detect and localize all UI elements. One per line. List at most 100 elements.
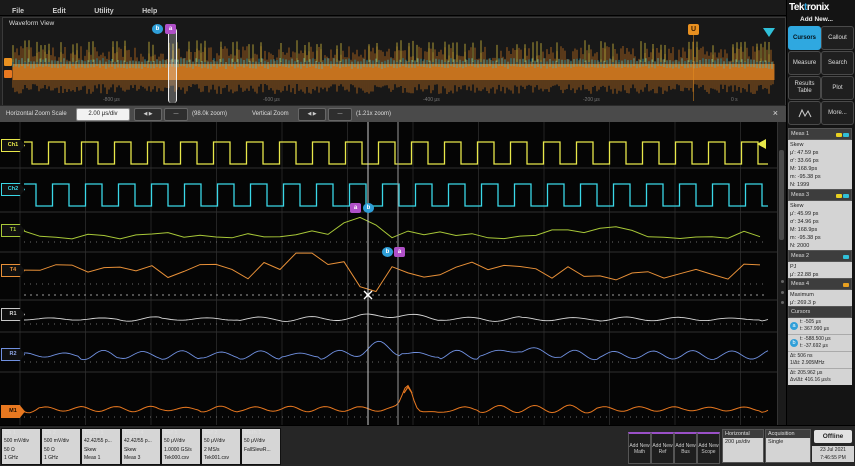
horizontal-zoom-scale-label: Horizontal Zoom Scale	[6, 111, 67, 117]
channel-badge-math1[interactable]: Math 1 50 μV/div FallSlewR...	[241, 428, 281, 465]
cursor-a-readout: a t: -505 μs t: 367.990 μs	[788, 318, 852, 335]
channel-badge-trend4[interactable]: Trend 4 42.42/55 p... Skew Meas 3	[121, 428, 161, 465]
meas-value: Maximum	[790, 292, 814, 298]
zoom-toolbar: Horizontal Zoom Scale 2.00 μs/div ◀ ▶ — …	[0, 105, 786, 123]
cursor-b-handle[interactable]: b	[382, 247, 393, 257]
badge-title: Ch 2	[44, 430, 56, 436]
add-callout-button[interactable]: Callout	[821, 26, 854, 50]
badge-title: Ref 2	[204, 430, 218, 436]
v-zoom-value: (1.21x zoom)	[356, 111, 392, 117]
overview-channel-handle[interactable]	[4, 58, 12, 66]
horizontal-panel[interactable]: Horizontal 200 μs/div	[722, 429, 764, 463]
meas-value: m: -95.38 ps	[790, 174, 821, 180]
menu-bar: File Edit Utility Help	[0, 0, 786, 16]
meas-1-header: Meas 1	[788, 128, 852, 140]
add-new-scope-button[interactable]: Add New Scope	[697, 432, 720, 464]
trigger-level-arrow-icon[interactable]	[757, 139, 766, 149]
zoom-window-needle[interactable]	[168, 28, 177, 103]
cursors-badge[interactable]: Cursors a t: -505 μs t: 367.990 μs b t: -…	[788, 306, 852, 385]
delta-t-readout: Δt: 506 ns 1/Δt: 2.905MHz	[788, 352, 852, 369]
tektronix-logo: Tektronix	[789, 2, 829, 13]
channel-badge-ref1[interactable]: Ref 1 50 μV/div 1.0000 GS/s Tek000.csv	[161, 428, 201, 465]
badge-title: Ch 1	[4, 430, 16, 436]
add-results-table-button[interactable]: Results Table	[788, 76, 821, 100]
meas-value: M: 168.9ps	[790, 166, 818, 172]
meas-4-badge[interactable]: Meas 4 Maximum μ': 269.3 p	[788, 278, 852, 308]
h-zoom-arrows-button[interactable]: ◀ ▶	[134, 108, 162, 121]
v-zoom-arrows-button[interactable]: ◀ ▶	[298, 108, 326, 121]
menu-edit[interactable]: Edit	[41, 6, 78, 15]
overview-time-label: -600 μs	[263, 97, 280, 103]
meas-1-badge[interactable]: Meas 1 Skew μ': 47.59 ps σ': 33.66 ps M:…	[788, 128, 852, 190]
cursor-a-handle[interactable]: a	[350, 203, 361, 213]
badge-title: Trend 1	[84, 430, 104, 436]
main-waveform-view[interactable]	[0, 122, 777, 425]
channel-badge-ch1[interactable]: Ch 1 500 mV/div 50 Ω 1 GHz	[1, 428, 41, 465]
overview-noise-plot	[12, 40, 775, 94]
badge-title: Ref 1	[164, 430, 178, 436]
overview-time-label: -200 μs	[583, 97, 600, 103]
cursors-header: Cursors	[788, 306, 852, 318]
cursor-b-overview-handle[interactable]: b	[152, 24, 163, 34]
waveform-plot	[0, 122, 777, 425]
plot-icon	[798, 108, 811, 118]
overview-time-label: -400 μs	[423, 97, 440, 103]
acquisition-panel[interactable]: Acquisition Single	[765, 429, 811, 463]
add-new-math-button[interactable]: Add New Math	[628, 432, 651, 464]
overview-time-label: -800 μs	[103, 97, 120, 103]
meas-2-header: Meas 2	[788, 250, 852, 262]
meas-value: μ': 45.99 ps	[790, 211, 819, 217]
horizontal-value: 200 μs/div	[723, 438, 763, 462]
add-new-bus-button[interactable]: Add New Bus	[674, 432, 697, 464]
scrollbar-thumb[interactable]	[779, 150, 784, 240]
add-measure-button[interactable]: Measure	[788, 51, 821, 75]
close-zoom-icon[interactable]: ×	[773, 108, 778, 118]
meas-3-header: Meas 3	[788, 189, 852, 201]
menu-utility[interactable]: Utility	[82, 6, 125, 15]
add-eye-diagram-button[interactable]	[788, 101, 821, 125]
acquisition-title: Acquisition	[766, 430, 810, 438]
meas-value: σ': 34.96 ps	[790, 219, 819, 225]
overview-channel-handle[interactable]	[4, 70, 12, 78]
badge-title: Math 1	[244, 430, 262, 436]
sidebar-splitter-handle[interactable]	[781, 280, 785, 304]
cursor-a-overview-handle[interactable]: a	[165, 24, 176, 34]
source-chip-ch2	[843, 194, 849, 198]
meas-2-badge[interactable]: Meas 2 PJ μ': 22.88 ps	[788, 250, 852, 280]
waveform-overview[interactable]: Waveform View -800 μs -600 μs -400 μs -2…	[2, 17, 786, 106]
channel-badge-trend1[interactable]: Trend 1 42.42/55 p... Skew Meas 1	[81, 428, 121, 465]
acquisition-value: Single	[766, 438, 810, 462]
add-new-ref-button[interactable]: Add New Ref	[651, 432, 674, 464]
meas-4-header: Meas 4	[788, 278, 852, 290]
trigger-position-line	[693, 35, 694, 101]
menu-help[interactable]: Help	[130, 6, 169, 15]
meas-value: m: -95.38 ps	[790, 235, 821, 241]
add-cursors-button[interactable]: Cursors	[788, 26, 821, 50]
vertical-zoom-label: Vertical Zoom	[252, 111, 289, 117]
channel-badge-ref2[interactable]: Ref 2 50 μV/div 2 MS/s Tek001.csv	[201, 428, 241, 465]
add-search-button[interactable]: Search	[821, 51, 854, 75]
meas-value: N: 1999	[790, 182, 810, 188]
meas-3-badge[interactable]: Meas 3 Skew μ': 45.99 ps σ': 34.96 ps M:…	[788, 189, 852, 251]
source-chip-ch2	[843, 255, 849, 259]
v-zoom-minus-button[interactable]: —	[328, 108, 352, 121]
offline-button[interactable]: Offline	[814, 430, 852, 443]
menu-file[interactable]: File	[0, 6, 36, 15]
horizontal-title: Horizontal	[723, 430, 763, 438]
cursor-b-icon: b	[790, 339, 798, 347]
add-new-label: Add New...	[800, 16, 833, 23]
trigger-position-flag[interactable]: U	[688, 24, 699, 35]
meas-value: PJ	[790, 264, 797, 270]
overview-title: Waveform View	[9, 20, 55, 27]
source-chip-math1	[843, 283, 849, 287]
more-button[interactable]: More...	[821, 101, 854, 125]
source-chip-ch2	[843, 133, 849, 137]
add-plot-button[interactable]: Plot	[821, 76, 854, 100]
datetime-display[interactable]: 23 Jul 2021 7:46:55 PM	[812, 446, 854, 462]
cursor-a-handle[interactable]: a	[394, 247, 405, 257]
cursor-b-handle[interactable]: b	[363, 203, 374, 213]
cursor-b-readout: b t: -588.500 μs t: -37.692 μs	[788, 335, 852, 352]
h-zoom-minus-button[interactable]: —	[164, 108, 188, 121]
horizontal-zoom-scale-input[interactable]: 2.00 μs/div	[76, 108, 130, 121]
channel-badge-ch2[interactable]: Ch 2 500 mV/div 50 Ω 1 GHz	[41, 428, 81, 465]
